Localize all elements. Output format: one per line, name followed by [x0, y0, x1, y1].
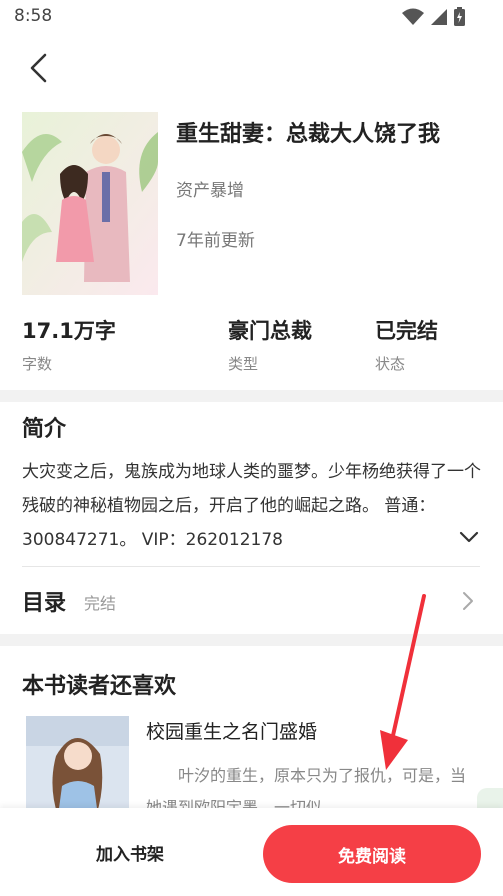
- stat-type: 豪门总裁 类型: [228, 315, 312, 374]
- add-to-shelf-button[interactable]: 加入书架: [0, 808, 260, 896]
- recommend-cover: [26, 716, 129, 816]
- chevron-down-icon: [459, 531, 479, 543]
- stat-value: 17.1万字: [22, 319, 116, 343]
- status-icons: [402, 7, 465, 26]
- stat-status: 已完结 状态: [375, 315, 438, 374]
- stat-value: 豪门总裁: [228, 319, 312, 343]
- stat-label: 状态: [375, 355, 406, 373]
- book-updated: 7年前更新: [176, 231, 255, 251]
- battery-icon: [454, 7, 465, 26]
- intro-title: 简介: [22, 417, 67, 442]
- book-cover: [22, 112, 158, 295]
- wifi-icon: [402, 8, 424, 25]
- expand-button[interactable]: [456, 526, 482, 548]
- stat-value: 已完结: [375, 319, 438, 343]
- recommend-title: 本书读者还喜欢: [22, 674, 177, 699]
- stat-label: 类型: [228, 355, 259, 373]
- book-title: 重生甜妻：总裁大人饶了我: [176, 122, 441, 147]
- page-title: 书籍详情: [211, 60, 292, 84]
- chevron-right-icon: [458, 589, 478, 617]
- book-subtitle: 资产暴增: [176, 181, 244, 201]
- section-divider: [0, 390, 503, 402]
- free-read-button[interactable]: 免费阅读: [263, 825, 481, 883]
- recommend-book-title: 校园重生之名门盛婚: [146, 721, 318, 743]
- catalog-status: 完结: [84, 594, 117, 613]
- intro-text: 大灾变之后，鬼族成为地球人类的噩梦。少年杨绝获得了一个残破的神秘植物园之后，开启…: [22, 462, 481, 550]
- stat-words: 17.1万字 字数: [22, 315, 116, 374]
- status-time: 8:58: [14, 6, 53, 26]
- catalog-title: 目录: [22, 591, 67, 616]
- signal-icon: [431, 8, 447, 25]
- annotation-arrow-icon: [380, 594, 426, 770]
- stat-label: 字数: [22, 355, 53, 373]
